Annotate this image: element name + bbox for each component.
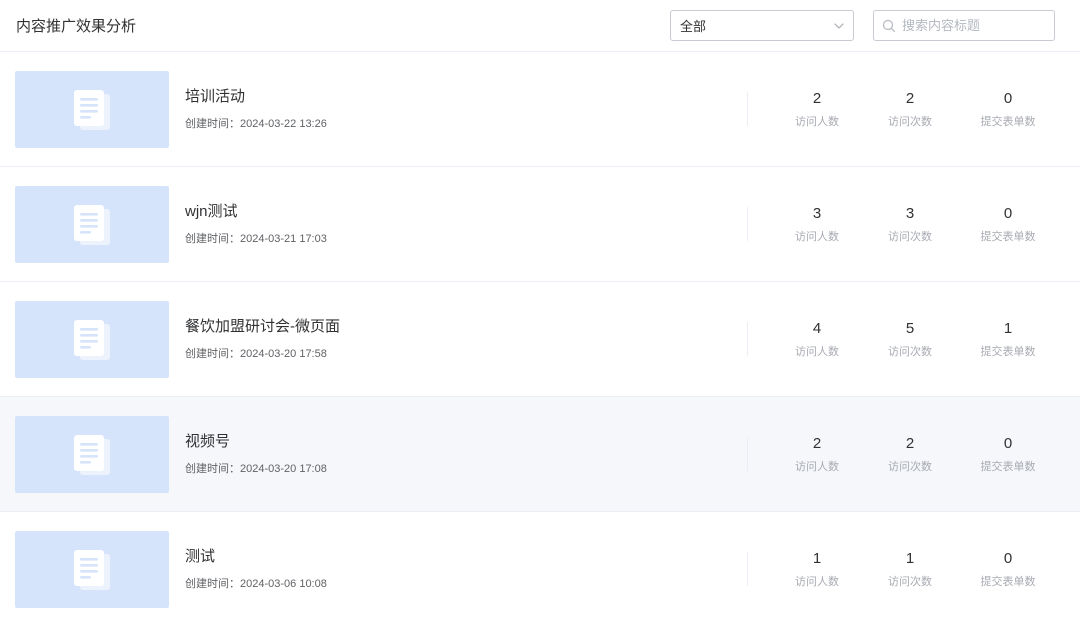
document-icon — [74, 549, 110, 590]
stat-visitors: 1 访问人数 — [772, 550, 862, 589]
content-thumbnail[interactable] — [15, 301, 169, 378]
stat-visits: 2 访问次数 — [865, 90, 955, 129]
stat-value: 1 — [905, 550, 915, 567]
chevron-down-icon — [834, 23, 844, 29]
document-icon — [74, 204, 110, 245]
created-label: 创建时间： — [185, 233, 240, 245]
search-icon — [882, 19, 896, 32]
filter-select[interactable]: 全部 — [670, 10, 854, 41]
list-item[interactable]: 测试 创建时间：2024-03-06 10:08 1 访问人数 1 访问次数 0… — [0, 512, 1080, 624]
stat-value: 0 — [1003, 435, 1013, 452]
page-title: 内容推广效果分析 — [16, 18, 137, 35]
stat-label: 访问次数 — [888, 461, 932, 473]
divider — [747, 92, 748, 126]
created-value: 2024-03-06 10:08 — [240, 578, 327, 590]
stat-visitors: 4 访问人数 — [772, 320, 862, 359]
stat-submissions: 0 提交表单数 — [963, 90, 1053, 129]
item-info: wjn测试 创建时间：2024-03-21 17:03 — [185, 203, 327, 246]
list-item[interactable]: 餐饮加盟研讨会-微页面 创建时间：2024-03-20 17:58 4 访问人数… — [0, 282, 1080, 397]
item-title[interactable]: wjn测试 — [185, 203, 327, 221]
content-list: 培训活动 创建时间：2024-03-22 13:26 2 访问人数 2 访问次数… — [0, 52, 1080, 624]
created-value: 2024-03-22 13:26 — [240, 118, 327, 130]
divider — [747, 437, 748, 471]
divider — [747, 207, 748, 241]
stat-value: 5 — [905, 320, 915, 337]
stat-submissions: 0 提交表单数 — [963, 435, 1053, 474]
stat-value: 0 — [1003, 90, 1013, 107]
created-label: 创建时间： — [185, 348, 240, 360]
document-icon — [74, 434, 110, 475]
search-box[interactable] — [873, 10, 1055, 41]
stat-label: 访问次数 — [888, 346, 932, 358]
content-thumbnail[interactable] — [15, 416, 169, 493]
stat-value: 2 — [905, 90, 915, 107]
created-value: 2024-03-20 17:58 — [240, 348, 327, 360]
stat-value: 3 — [905, 205, 915, 222]
created-label: 创建时间： — [185, 118, 240, 130]
item-created-time: 创建时间：2024-03-22 13:26 — [185, 117, 327, 131]
stat-label: 访问人数 — [795, 576, 839, 588]
stat-label: 访问人数 — [795, 116, 839, 128]
stat-submissions: 0 提交表单数 — [963, 550, 1053, 589]
stat-label: 访问次数 — [888, 576, 932, 588]
stat-label: 提交表单数 — [980, 346, 1036, 358]
document-icon — [74, 319, 110, 360]
list-item[interactable]: 视频号 创建时间：2024-03-20 17:08 2 访问人数 2 访问次数 … — [0, 397, 1080, 512]
stat-label: 访问人数 — [795, 461, 839, 473]
stat-submissions: 0 提交表单数 — [963, 205, 1053, 244]
stat-value: 1 — [812, 550, 822, 567]
item-created-time: 创建时间：2024-03-20 17:08 — [185, 462, 327, 476]
stat-visitors: 2 访问人数 — [772, 90, 862, 129]
stat-label: 访问人数 — [795, 346, 839, 358]
item-created-time: 创建时间：2024-03-21 17:03 — [185, 232, 327, 246]
stat-visitors: 3 访问人数 — [772, 205, 862, 244]
stat-value: 3 — [812, 205, 822, 222]
stat-label: 访问次数 — [888, 116, 932, 128]
item-title[interactable]: 培训活动 — [185, 88, 327, 106]
created-value: 2024-03-20 17:08 — [240, 463, 327, 475]
item-title[interactable]: 视频号 — [185, 433, 327, 451]
divider — [747, 322, 748, 356]
search-input[interactable] — [902, 18, 1042, 33]
stat-visits: 5 访问次数 — [865, 320, 955, 359]
stat-visits: 3 访问次数 — [865, 205, 955, 244]
page-header: 内容推广效果分析 全部 — [0, 0, 1080, 52]
stat-value: 2 — [905, 435, 915, 452]
stat-submissions: 1 提交表单数 — [963, 320, 1053, 359]
stat-visits: 2 访问次数 — [865, 435, 955, 474]
stat-value: 4 — [812, 320, 822, 337]
divider — [747, 552, 748, 586]
stat-label: 提交表单数 — [980, 461, 1036, 473]
created-label: 创建时间： — [185, 578, 240, 590]
item-title[interactable]: 餐饮加盟研讨会-微页面 — [185, 318, 340, 336]
content-thumbnail[interactable] — [15, 71, 169, 148]
stat-visitors: 2 访问人数 — [772, 435, 862, 474]
stat-label: 访问次数 — [888, 231, 932, 243]
created-label: 创建时间： — [185, 463, 240, 475]
created-value: 2024-03-21 17:03 — [240, 233, 327, 245]
item-info: 视频号 创建时间：2024-03-20 17:08 — [185, 433, 327, 476]
stat-value: 2 — [812, 90, 822, 107]
stat-label: 提交表单数 — [980, 576, 1036, 588]
stat-label: 访问人数 — [795, 231, 839, 243]
stat-value: 0 — [1003, 205, 1013, 222]
stat-value: 0 — [1003, 550, 1013, 567]
item-created-time: 创建时间：2024-03-06 10:08 — [185, 577, 327, 591]
stat-value: 2 — [812, 435, 822, 452]
stat-value: 1 — [1003, 320, 1013, 337]
document-icon — [74, 89, 110, 130]
stat-label: 提交表单数 — [980, 231, 1036, 243]
item-title[interactable]: 测试 — [185, 548, 327, 566]
list-item[interactable]: wjn测试 创建时间：2024-03-21 17:03 3 访问人数 3 访问次… — [0, 167, 1080, 282]
item-info: 餐饮加盟研讨会-微页面 创建时间：2024-03-20 17:58 — [185, 318, 340, 361]
content-thumbnail[interactable] — [15, 531, 169, 608]
filter-select-value: 全部 — [680, 19, 707, 34]
item-info: 培训活动 创建时间：2024-03-22 13:26 — [185, 88, 327, 131]
item-created-time: 创建时间：2024-03-20 17:58 — [185, 347, 340, 361]
stat-label: 提交表单数 — [980, 116, 1036, 128]
content-thumbnail[interactable] — [15, 186, 169, 263]
list-item[interactable]: 培训活动 创建时间：2024-03-22 13:26 2 访问人数 2 访问次数… — [0, 52, 1080, 167]
item-info: 测试 创建时间：2024-03-06 10:08 — [185, 548, 327, 591]
stat-visits: 1 访问次数 — [865, 550, 955, 589]
